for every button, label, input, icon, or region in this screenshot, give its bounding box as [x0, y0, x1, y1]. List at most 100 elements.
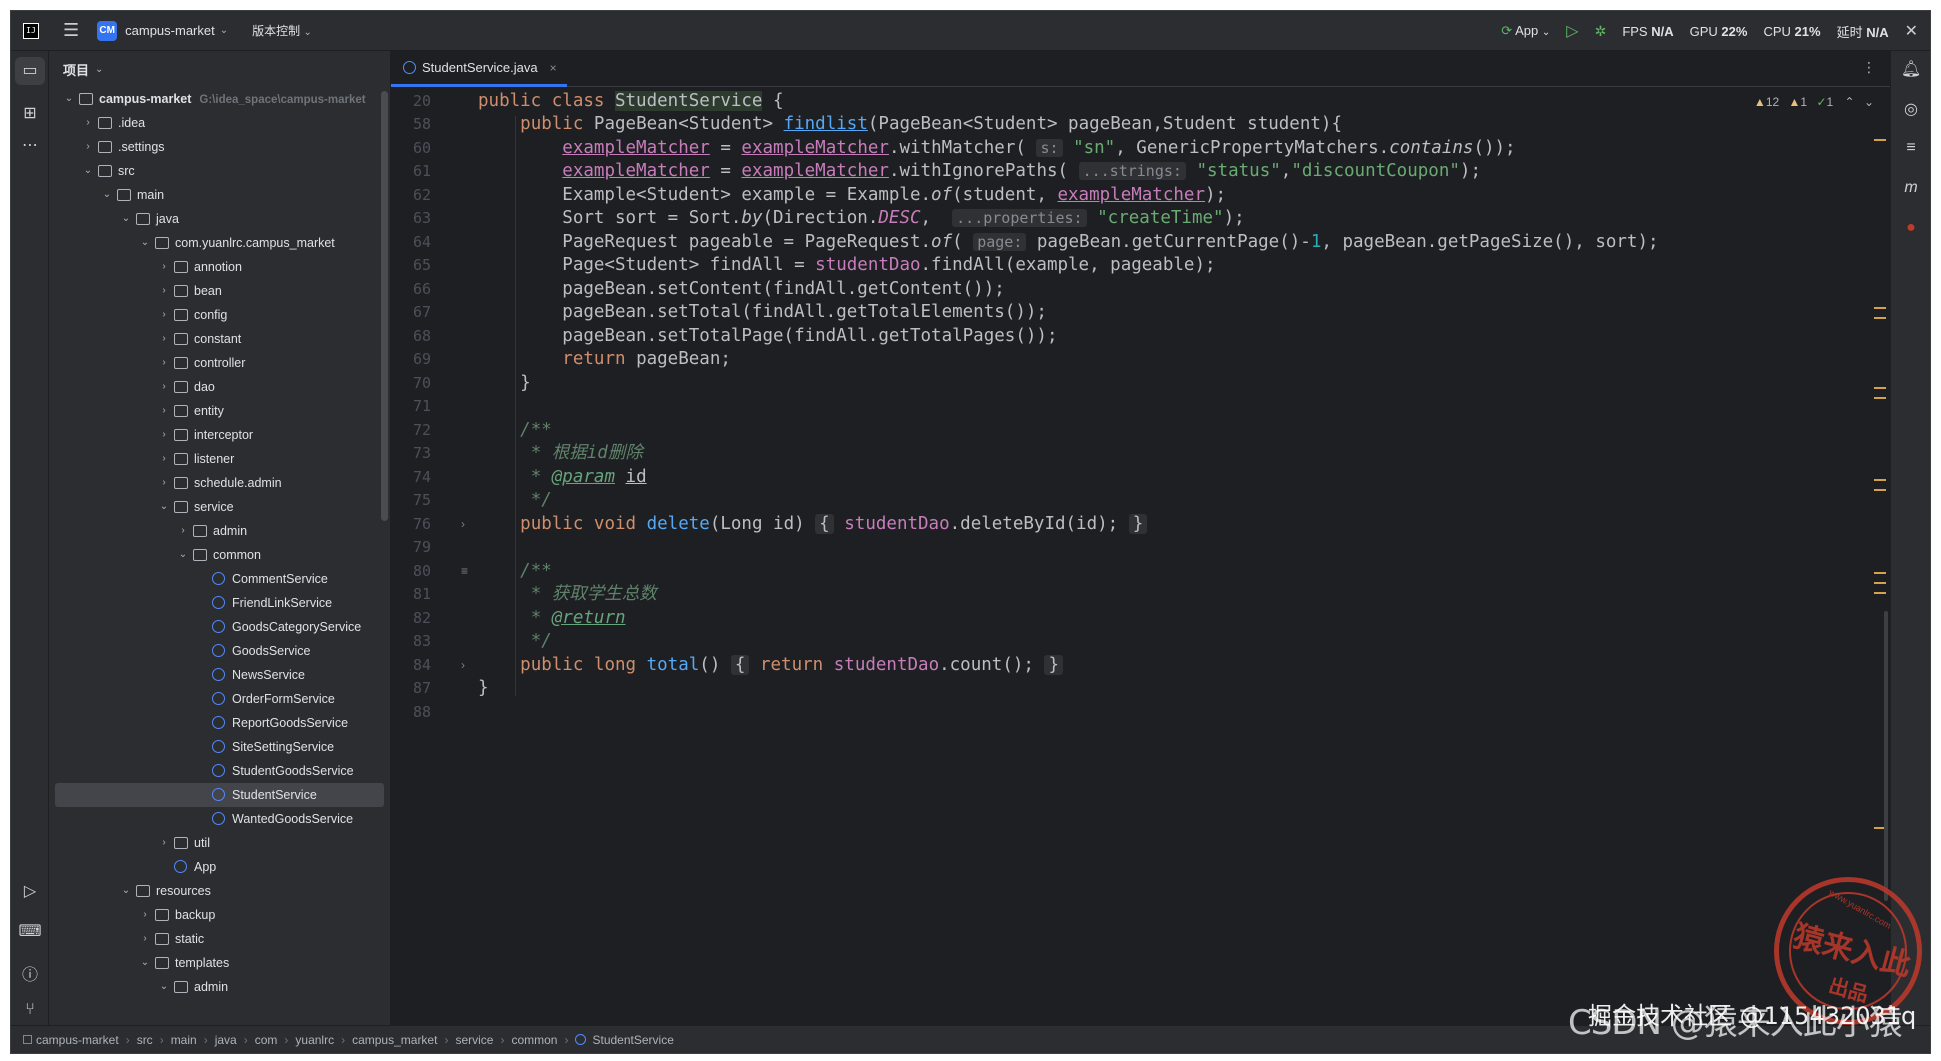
maven-icon[interactable]: m: [1891, 179, 1930, 197]
chevron-right-icon[interactable]: ›: [158, 447, 170, 471]
tree-item[interactable]: ⌄ java: [49, 207, 390, 231]
chevron-right-icon[interactable]: ›: [158, 471, 170, 495]
plugin-icon[interactable]: ●: [1891, 219, 1930, 237]
warning-marker[interactable]: [1874, 489, 1886, 491]
problems-icon[interactable]: ⓘ: [11, 961, 49, 985]
tree-item[interactable]: › controller: [49, 351, 390, 375]
tab-student-service[interactable]: StudentService.java ×: [391, 51, 567, 87]
chevron-down-icon[interactable]: ⌄: [139, 231, 151, 255]
warning-marker[interactable]: [1874, 397, 1886, 399]
tree-item[interactable]: ⌄ common: [49, 543, 390, 567]
tree-item-class[interactable]: ReportGoodsService: [49, 711, 390, 735]
tree-item[interactable]: › static: [49, 927, 390, 951]
chevron-right-icon[interactable]: ›: [82, 111, 94, 135]
tree-item[interactable]: ⌄ admin: [49, 975, 390, 999]
tree-item[interactable]: ⌄ templates: [49, 951, 390, 975]
project-switcher[interactable]: CM campus-market ⌄: [97, 20, 228, 41]
tree-item[interactable]: › constant: [49, 327, 390, 351]
breadcrumb-item[interactable]: service: [455, 1033, 493, 1047]
chevron-right-icon[interactable]: ›: [158, 831, 170, 855]
tree-item-class[interactable]: OrderFormService: [49, 687, 390, 711]
run-icon[interactable]: ▷: [1566, 21, 1578, 41]
code-editor[interactable]: public class StudentService { public Pag…: [473, 87, 1890, 1025]
chevron-down-icon[interactable]: ⌄: [177, 543, 189, 567]
tree-item-class[interactable]: WantedGoodsService: [49, 807, 390, 831]
chevron-right-icon[interactable]: ›: [158, 327, 170, 351]
tree-item-class[interactable]: GoodsService: [49, 639, 390, 663]
chevron-down-icon[interactable]: ⌄: [158, 975, 170, 999]
chevron-down-icon[interactable]: ⌄: [120, 207, 132, 231]
project-panel-header[interactable]: 项目 ⌄: [49, 51, 390, 87]
tree-item-class[interactable]: CommentService: [49, 567, 390, 591]
tree-item[interactable]: › util: [49, 831, 390, 855]
tree-item-class[interactable]: GoodsCategoryService: [49, 615, 390, 639]
breadcrumb-item[interactable]: campus_market: [352, 1033, 437, 1047]
tree-item-class[interactable]: NewsService: [49, 663, 390, 687]
chevron-right-icon[interactable]: ›: [139, 927, 151, 951]
breadcrumb-item[interactable]: src: [137, 1033, 153, 1047]
tree-item[interactable]: App: [49, 855, 390, 879]
chevron-down-icon[interactable]: ⌄: [63, 87, 75, 111]
tree-item[interactable]: › .idea: [49, 111, 390, 135]
breadcrumb-item[interactable]: StudentService: [592, 1033, 673, 1047]
tree-item[interactable]: › dao: [49, 375, 390, 399]
chevron-down-icon[interactable]: ⌄: [139, 951, 151, 975]
chevron-up-icon[interactable]: ⌃: [1845, 95, 1855, 109]
structure-icon[interactable]: ⊞: [11, 103, 49, 123]
notifications-icon[interactable]: 🔔︎: [1891, 59, 1930, 79]
tree-item[interactable]: › interceptor: [49, 423, 390, 447]
warning-marker[interactable]: [1874, 479, 1886, 481]
chevron-right-icon[interactable]: ›: [158, 255, 170, 279]
tree-item-class[interactable]: StudentGoodsService: [49, 759, 390, 783]
chevron-down-icon[interactable]: ⌄: [101, 183, 113, 207]
tree-item[interactable]: ⌄ main: [49, 183, 390, 207]
tree-item[interactable]: › config: [49, 303, 390, 327]
project-scrollbar[interactable]: [381, 91, 388, 521]
chevron-right-icon[interactable]: ›: [82, 135, 94, 159]
fold-collapsed-icon[interactable]: ›: [461, 510, 465, 539]
tab-close-icon[interactable]: ×: [550, 61, 557, 75]
chevron-down-icon[interactable]: ⌄: [120, 879, 132, 903]
chevron-right-icon[interactable]: ›: [158, 375, 170, 399]
warning-marker[interactable]: [1874, 307, 1886, 309]
doc-render-icon[interactable]: ≡: [461, 557, 468, 586]
close-window-icon[interactable]: ✕: [1905, 21, 1918, 41]
chevron-down-icon[interactable]: ⌄: [82, 159, 94, 183]
chevron-right-icon[interactable]: ›: [158, 303, 170, 327]
tree-item[interactable]: › backup: [49, 903, 390, 927]
chevron-right-icon[interactable]: ›: [158, 423, 170, 447]
fold-collapsed-icon[interactable]: ›: [461, 651, 465, 680]
tree-item[interactable]: ⌄ service: [49, 495, 390, 519]
warning-marker[interactable]: [1874, 582, 1886, 584]
more-tools-icon[interactable]: ⋯: [11, 135, 49, 155]
tree-item[interactable]: › annotion: [49, 255, 390, 279]
warning-marker[interactable]: [1874, 572, 1886, 574]
services-run-icon[interactable]: ▷: [11, 881, 49, 901]
project-tool-folder-icon[interactable]: ▭: [15, 57, 45, 85]
editor-scrollbar[interactable]: [1884, 611, 1888, 901]
git-branch-icon[interactable]: ⑂: [11, 1001, 49, 1019]
tree-item[interactable]: ⌄ resources: [49, 879, 390, 903]
main-menu-icon[interactable]: ☰: [63, 20, 79, 41]
database-icon[interactable]: ≡: [1891, 139, 1930, 157]
tree-item[interactable]: › bean: [49, 279, 390, 303]
chevron-down-icon[interactable]: ⌄: [158, 495, 170, 519]
more-options-icon[interactable]: ⋮: [1862, 59, 1876, 76]
tree-item-class[interactable]: SiteSettingService: [49, 735, 390, 759]
tree-item[interactable]: ⌄ com.yuanlrc.campus_market: [49, 231, 390, 255]
warning-marker[interactable]: [1874, 317, 1886, 319]
chevron-down-icon[interactable]: ⌄: [1864, 95, 1874, 109]
chevron-right-icon[interactable]: ›: [177, 519, 189, 543]
breadcrumb-item[interactable]: com: [255, 1033, 278, 1047]
inspections-widget[interactable]: ▲12 ▲1 ✓1 ⌃ ⌄: [1754, 95, 1874, 109]
breadcrumb-item[interactable]: main: [171, 1033, 197, 1047]
breadcrumb-item[interactable]: yuanlrc: [295, 1033, 334, 1047]
chevron-right-icon[interactable]: ›: [158, 351, 170, 375]
tree-item[interactable]: ⌄ src: [49, 159, 390, 183]
tree-item-class[interactable]: FriendLinkService: [49, 591, 390, 615]
ai-assistant-icon[interactable]: ◎: [1891, 99, 1930, 119]
warning-marker[interactable]: [1874, 139, 1886, 141]
warning-marker[interactable]: [1874, 592, 1886, 594]
tree-item[interactable]: › listener: [49, 447, 390, 471]
tree-item[interactable]: › admin: [49, 519, 390, 543]
